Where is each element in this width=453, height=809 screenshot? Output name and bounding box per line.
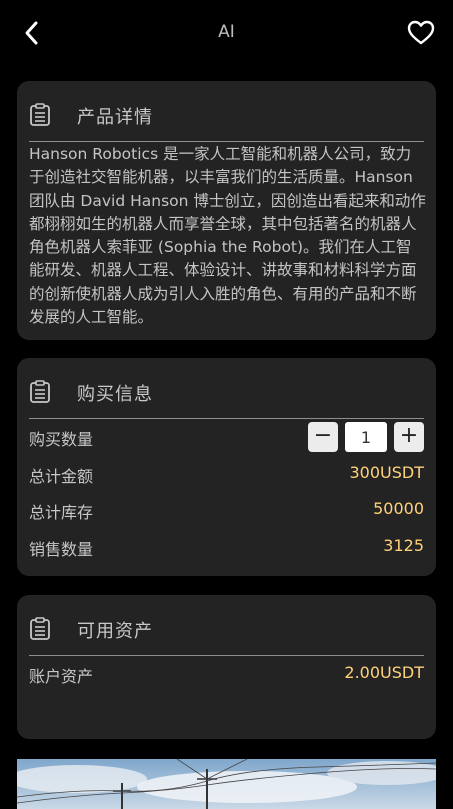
total-stock-row: 总计库存 50000 [29, 495, 424, 525]
top-bar: AI [0, 0, 453, 66]
clipboard-icon [30, 380, 50, 403]
quantity-row: 购买数量 − + [29, 422, 424, 452]
product-description: Hanson Robotics 是一家人工智能和机器人公司，致力于创造社交智能机… [29, 145, 426, 327]
account-assets-label: 账户资产 [29, 667, 94, 686]
increase-quantity-button[interactable]: + [394, 422, 424, 452]
clipboard-icon [30, 103, 50, 126]
total-amount-row: 总计金额 300USDT [29, 459, 424, 489]
favorite-button[interactable] [407, 20, 435, 46]
total-amount-label: 总计金额 [29, 467, 94, 486]
purchase-info-card: 购买信息 购买数量 − + 总计金额 300USDT 总计库存 50000 销售… [17, 358, 436, 576]
clipboard-icon [30, 617, 50, 640]
product-details-card: 产品详情 Hanson Robotics 是一家人工智能和机器人公司，致力于创造… [17, 81, 436, 340]
card-title: 购买信息 [77, 384, 153, 405]
sky-photo-image [17, 759, 436, 809]
card-title: 可用资产 [77, 621, 153, 642]
total-stock-label: 总计库存 [29, 503, 94, 522]
card-header: 购买信息 [29, 376, 424, 419]
heart-outline-icon [407, 20, 435, 45]
decrease-quantity-button[interactable]: − [308, 422, 338, 452]
page-title: AI [218, 22, 235, 42]
account-assets-value: 2.00USDT [344, 663, 424, 682]
quantity-label: 购买数量 [29, 430, 94, 449]
sales-label: 销售数量 [29, 540, 94, 559]
account-assets-row: 账户资产 2.00USDT [29, 659, 424, 689]
card-title: 产品详情 [77, 107, 153, 128]
quantity-stepper: − + [308, 422, 424, 452]
banner-image [17, 759, 436, 809]
card-header: 产品详情 [29, 99, 424, 142]
sales-row: 销售数量 3125 [29, 532, 424, 562]
available-assets-card: 可用资产 账户资产 2.00USDT [17, 595, 436, 739]
quantity-input[interactable] [345, 422, 387, 452]
total-amount-value: 300USDT [349, 463, 425, 482]
card-header: 可用资产 [29, 613, 424, 656]
total-stock-value: 50000 [373, 499, 424, 518]
sales-value: 3125 [383, 536, 424, 555]
